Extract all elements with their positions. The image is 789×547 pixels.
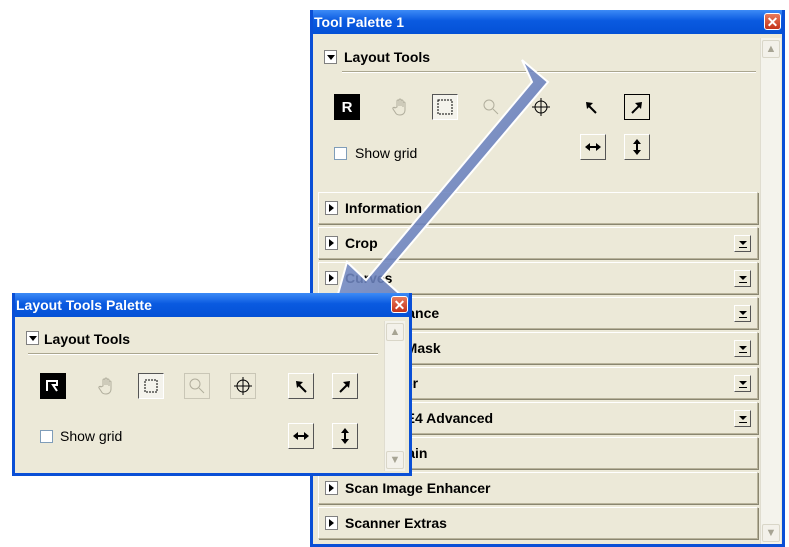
section-label: Curves	[345, 270, 393, 286]
magnifier-icon	[189, 378, 205, 394]
scroll-down-button[interactable]: ▼	[762, 524, 780, 542]
flip-horizontal-button[interactable]	[288, 423, 314, 449]
section-header[interactable]: Information	[318, 192, 758, 224]
options-dropdown-button[interactable]	[734, 410, 751, 427]
section-label: Layout Tools	[344, 49, 431, 65]
zoom-tool-button[interactable]	[478, 94, 504, 120]
scroll-up-button[interactable]: ▲	[386, 323, 404, 341]
section-header[interactable]: Scanner Extras	[318, 507, 758, 539]
rotate-left-button[interactable]	[288, 373, 314, 399]
show-grid-label: Show grid	[355, 145, 418, 161]
flip-vertical-button[interactable]	[332, 423, 358, 449]
vertical-scrollbar[interactable]: ▲ ▼	[384, 321, 405, 471]
hand-icon	[98, 377, 112, 395]
section-divider	[342, 71, 756, 73]
rotate-right-button[interactable]	[624, 94, 650, 120]
options-dropdown-button[interactable]	[734, 340, 751, 357]
options-dropdown-button[interactable]	[734, 270, 751, 287]
chevron-right-icon	[329, 204, 334, 212]
options-dropdown-button[interactable]	[734, 235, 751, 252]
crosshair-icon	[532, 98, 550, 116]
marquee-icon	[144, 379, 158, 393]
chevron-right-icon	[329, 239, 334, 247]
chevron-right-icon	[329, 519, 334, 527]
section-label: Information	[345, 200, 422, 216]
section-divider	[28, 353, 378, 355]
hand-tool-button[interactable]	[388, 94, 414, 120]
zoom-tool-button[interactable]	[184, 373, 210, 399]
rotate-r-button[interactable]	[40, 373, 66, 399]
marquee-tool-button[interactable]	[432, 94, 458, 120]
hand-icon	[392, 98, 406, 116]
marquee-icon	[437, 99, 453, 115]
collapse-toggle[interactable]	[324, 50, 337, 64]
collapse-toggle[interactable]	[26, 331, 39, 345]
layout-palette-window: Layout Tools Palette ✕ Layout Tools Show…	[12, 293, 412, 476]
rotated-r-icon	[46, 380, 58, 392]
crosshair-icon	[234, 377, 252, 395]
close-icon[interactable]: ✕	[764, 13, 781, 30]
expand-toggle[interactable]	[325, 201, 338, 215]
section-label: Layout Tools	[44, 331, 131, 347]
rotate-right-button[interactable]	[332, 373, 358, 399]
crosshair-tool-button[interactable]	[230, 373, 256, 399]
flip-vertical-icon	[633, 139, 641, 155]
rotate-right-icon	[339, 381, 350, 393]
expand-toggle[interactable]	[325, 271, 338, 285]
rotate-left-icon	[586, 102, 597, 114]
chevron-right-icon	[329, 274, 334, 282]
chevron-down-icon	[327, 55, 335, 60]
tool-palette-title: Tool Palette 1	[314, 14, 404, 30]
layout-palette-titlebar[interactable]: Layout Tools Palette ✕	[12, 293, 412, 317]
marquee-tool-button[interactable]	[138, 373, 164, 399]
flip-vertical-button[interactable]	[624, 134, 650, 160]
expand-toggle[interactable]	[325, 236, 338, 250]
layout-tools-header[interactable]: Layout Tools	[318, 38, 758, 72]
show-grid-checkbox[interactable]	[334, 147, 347, 160]
vertical-scrollbar[interactable]: ▲ ▼	[760, 38, 781, 544]
close-icon[interactable]: ✕	[391, 296, 408, 313]
section-header[interactable]: Crop	[318, 227, 758, 259]
flip-horizontal-icon	[585, 143, 601, 151]
scroll-up-button[interactable]: ▲	[762, 40, 780, 58]
section-header[interactable]: Scan Image Enhancer	[318, 472, 758, 504]
flip-vertical-icon	[341, 428, 349, 444]
section-header[interactable]: Curves	[318, 262, 758, 294]
section-label: Crop	[345, 235, 378, 251]
rotate-left-button[interactable]	[578, 94, 604, 120]
rotate-r-button[interactable]: R	[334, 94, 360, 120]
expand-toggle[interactable]	[325, 481, 338, 495]
section-label: Scan Image Enhancer	[345, 480, 491, 496]
rotate-right-icon	[631, 102, 642, 114]
tool-palette-titlebar[interactable]: Tool Palette 1 ✕	[310, 10, 785, 34]
magnifier-icon	[483, 99, 499, 115]
flip-horizontal-button[interactable]	[580, 134, 606, 160]
scroll-down-button[interactable]: ▼	[386, 451, 404, 469]
options-dropdown-button[interactable]	[734, 375, 751, 392]
options-dropdown-button[interactable]	[734, 305, 751, 322]
rotate-left-icon	[296, 381, 307, 393]
expand-toggle[interactable]	[325, 516, 338, 530]
chevron-right-icon	[329, 484, 334, 492]
chevron-down-icon	[29, 336, 37, 341]
show-grid-checkbox[interactable]	[40, 430, 53, 443]
section-label: Scanner Extras	[345, 515, 447, 531]
crosshair-tool-button[interactable]	[528, 94, 554, 120]
layout-tools-header[interactable]: Layout Tools	[18, 321, 378, 353]
flip-horizontal-icon	[293, 432, 309, 440]
show-grid-label: Show grid	[60, 428, 123, 444]
layout-palette-title: Layout Tools Palette	[16, 297, 152, 313]
hand-tool-button[interactable]	[94, 373, 120, 399]
